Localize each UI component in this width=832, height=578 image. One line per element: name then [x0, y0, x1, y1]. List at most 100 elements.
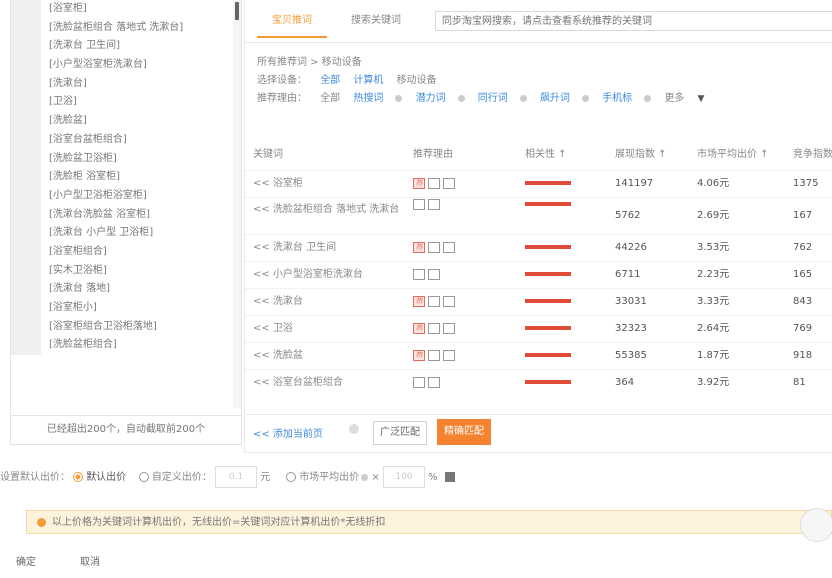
- market-price-cell: 3.53元: [697, 242, 730, 253]
- keyword-list-item[interactable]: [洗漱台]: [11, 74, 233, 94]
- keyword-list-item[interactable]: [洗漱台洗脸盆 浴室柜]: [11, 205, 233, 225]
- pc-icon: [443, 349, 455, 361]
- exact-match-button[interactable]: 精确匹配: [437, 419, 491, 445]
- keyword-list-label: [洗漱台 落地]: [49, 283, 110, 295]
- keyword-add-link[interactable]: << 洗漱台 卫生间: [253, 235, 403, 261]
- info-dot-icon: [457, 94, 465, 102]
- keyword-list-item[interactable]: [洗脸盆柜组合 落地式 洗漱台]: [11, 18, 233, 38]
- custom-price-radio[interactable]: 自定义出价：: [138, 472, 212, 483]
- relevance-bar: [525, 235, 571, 261]
- keyword-list-item[interactable]: [小户型浴室柜洗漱台]: [11, 56, 233, 75]
- broad-match-button[interactable]: 广泛匹配: [373, 421, 427, 445]
- header-relevance[interactable]: 相关性 ↑: [525, 140, 567, 170]
- keyword-list-label: [洗脸柜 浴室柜]: [49, 171, 120, 183]
- left-scrollbar[interactable]: [233, 0, 241, 408]
- pc-icon: [428, 376, 440, 388]
- scrollbar-thumb[interactable]: [235, 2, 239, 20]
- search-input[interactable]: [435, 11, 832, 31]
- keyword-list-item[interactable]: [洗漱台 小户型 卫浴柜]: [11, 224, 233, 243]
- reason-rise-option[interactable]: 飙升词: [540, 93, 589, 104]
- mobile-icon: [413, 268, 425, 280]
- keyword-list-label: [洗脸盆卫浴柜]: [49, 152, 117, 164]
- pc-icon: [443, 322, 455, 334]
- mobile-icon: [428, 349, 440, 361]
- show-index-cell: 141197: [615, 178, 654, 189]
- relevance-bar: [525, 343, 571, 369]
- keyword-list-item[interactable]: [浴室柜小]: [11, 299, 233, 318]
- times-sign: ×: [371, 472, 380, 483]
- keyword-list-item[interactable]: [小户型卫浴柜浴室柜]: [11, 186, 233, 206]
- header-market-price[interactable]: 市场平均出价 ↑: [697, 140, 769, 170]
- tab-recommend[interactable]: 宝贝推词: [257, 6, 327, 38]
- pc-icon: [443, 295, 455, 307]
- notice-icon: [37, 517, 46, 527]
- hot-tag-icon: 热: [413, 322, 425, 334]
- keyword-add-link[interactable]: << 洗漱台: [253, 289, 403, 315]
- calculator-icon[interactable]: [444, 472, 455, 482]
- keyword-list-label: [小户型卫浴柜浴室柜]: [49, 189, 147, 201]
- keyword-list-item[interactable]: [实木卫浴柜]: [11, 261, 233, 281]
- relevance-bar: [525, 262, 571, 288]
- keyword-list-item[interactable]: [洗脸盆]: [11, 112, 233, 131]
- device-all-option[interactable]: 全部: [320, 75, 340, 86]
- keyword-list-label: [浴室柜组合卫浴柜落地]: [49, 320, 157, 332]
- competition-cell: 1375: [793, 178, 819, 189]
- radio-icon: [138, 472, 149, 482]
- relevance-bar-fill: [525, 299, 571, 303]
- keyword-list-item[interactable]: [洗漱台 落地]: [11, 280, 233, 299]
- custom-price-input[interactable]: 0.1: [215, 466, 258, 488]
- default-price-radio[interactable]: 默认出价: [73, 472, 126, 483]
- percent-input[interactable]: 100: [382, 466, 425, 488]
- keyword-add-link[interactable]: << 小户型浴室柜洗漱台: [253, 262, 403, 288]
- relevance-bar: [525, 370, 571, 396]
- add-current-page-link[interactable]: << 添加当前页: [253, 425, 323, 440]
- reason-peer-option[interactable]: 同行词: [478, 93, 527, 104]
- hot-tag-icon: 热: [413, 177, 425, 189]
- reason-mobile-option[interactable]: 手机标: [602, 93, 652, 104]
- keyword-add-link[interactable]: << 浴室台盆柜组合: [253, 370, 403, 396]
- relevance-bar: [525, 171, 571, 197]
- keyword-list-item[interactable]: [洗漱台 卫生间]: [11, 37, 233, 57]
- hot-tag-icon: 热: [413, 241, 425, 253]
- list-index-cell: [11, 168, 41, 187]
- list-index-cell: [11, 317, 41, 337]
- keyword-list-item[interactable]: [洗脸盆柜组合]: [11, 336, 233, 356]
- cancel-button[interactable]: 取消: [70, 552, 110, 574]
- list-limit-note: 已经超出200个，自动截取前200个: [11, 415, 241, 444]
- keyword-list-item[interactable]: [卫浴]: [11, 93, 233, 113]
- table-row: << 卫浴热 32323 2.64元 769: [245, 315, 832, 342]
- keyword-list-item[interactable]: [浴室台盆柜组合]: [11, 130, 233, 150]
- reason-potential-option[interactable]: 潜力词: [416, 93, 465, 104]
- table-row: << 洗漱台 卫生间热 44226 3.53元 762: [245, 234, 832, 261]
- yuan-unit: 元: [260, 472, 271, 483]
- device-pc-option[interactable]: 计算机: [353, 75, 383, 86]
- keyword-add-link[interactable]: << 浴室柜: [253, 171, 403, 197]
- reason-label: 推荐理由：: [257, 93, 307, 104]
- device-mobile-option[interactable]: 移动设备: [397, 75, 437, 86]
- tab-search-keyword[interactable]: 搜索关键词: [337, 6, 415, 36]
- keyword-list-item[interactable]: [浴室柜]: [11, 0, 233, 19]
- mobile-icon: [428, 295, 440, 307]
- default-price-label: 设置默认出价：: [0, 472, 70, 483]
- keyword-list-item[interactable]: [浴室柜组合卫浴柜落地]: [11, 317, 233, 337]
- pc-icon: [428, 268, 440, 280]
- keyword-add-link[interactable]: << 洗脸盆: [253, 343, 403, 369]
- header-competition[interactable]: 竞争指数 ↑: [793, 140, 832, 170]
- keyword-list-label: [洗漱台]: [49, 77, 87, 89]
- keyword-list-item[interactable]: [浴室柜组合]: [11, 242, 233, 262]
- market-price-radio[interactable]: 市场平均出价: [286, 472, 369, 483]
- keyword-list-item[interactable]: [洗脸柜 浴室柜]: [11, 168, 233, 187]
- keyword-list-item[interactable]: [洗脸盆卫浴柜]: [11, 149, 233, 169]
- relevance-bar-fill: [525, 245, 571, 249]
- reason-hot-option[interactable]: 热搜词: [353, 93, 403, 104]
- keyword-add-link[interactable]: << 卫浴: [253, 316, 403, 342]
- keyword-add-link[interactable]: << 洗脸盆柜组合 落地式 洗漱台: [253, 203, 403, 217]
- keyword-list-label: [实木卫浴柜]: [49, 264, 107, 276]
- device-filter-row: 选择设备： 全部 计算机 移动设备: [257, 72, 827, 90]
- header-keyword: 关键词: [253, 149, 283, 160]
- list-index-cell: [11, 130, 41, 150]
- more-options[interactable]: 更多 ▼: [664, 93, 714, 104]
- confirm-button[interactable]: 确定: [6, 552, 46, 574]
- header-show-index[interactable]: 展现指数 ↑: [615, 140, 667, 170]
- reason-all-option[interactable]: 全部: [320, 93, 340, 104]
